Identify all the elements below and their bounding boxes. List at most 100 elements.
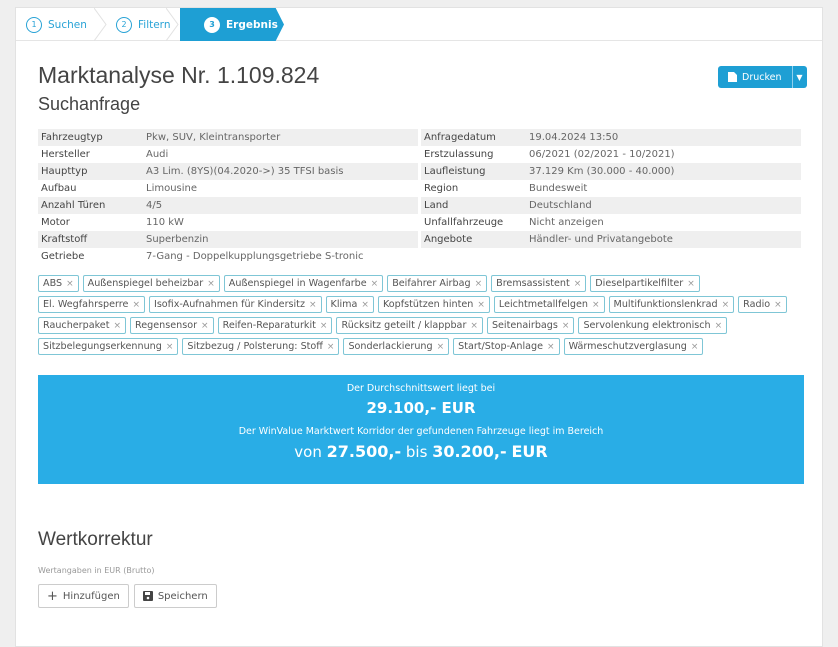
- param-row: Fahrzeugtyp Pkw, SUV, Kleintransporter: [38, 129, 418, 146]
- tag-label: Beifahrer Airbag: [392, 278, 471, 289]
- param-row: Anzahl Türen 4/5: [38, 197, 418, 214]
- tag-label: Dieselpartikelfilter: [595, 278, 684, 289]
- tag-label: Sitzbezug / Polsterung: Stoff: [187, 341, 323, 352]
- tag-label: Sitzbelegungserkennung: [43, 341, 162, 352]
- step-ergebnis[interactable]: 3 Ergebnis: [180, 8, 284, 41]
- param-value: 19.04.2024 13:50: [529, 132, 619, 143]
- param-value: Superbenzin: [146, 234, 209, 245]
- step-number: 3: [204, 16, 220, 33]
- tag-label: Raucherpaket: [43, 320, 110, 331]
- param-row: Land Deutschland: [421, 197, 801, 214]
- equipment-tag: Bremsassistent ×: [491, 275, 587, 292]
- step-label: Suchen: [48, 18, 87, 31]
- step-filtern[interactable]: 2 Filtern: [116, 8, 170, 41]
- remove-tag-icon[interactable]: ×: [687, 279, 695, 289]
- param-value: 06/2021 (02/2021 - 10/2021): [529, 149, 675, 160]
- tag-label: Servolenkung elektronisch: [583, 320, 711, 331]
- param-label: Land: [424, 200, 449, 211]
- add-label: Hinzufügen: [62, 590, 120, 602]
- chevron-separator-icon: [94, 8, 107, 41]
- equipment-tag: Klima ×: [325, 296, 374, 313]
- equipment-tag: Außenspiegel beheizbar ×: [82, 275, 220, 292]
- param-row: Haupttyp A3 Lim. (8YS)(04.2020->) 35 TFSI…: [38, 163, 418, 180]
- remove-tag-icon[interactable]: ×: [201, 321, 209, 331]
- param-row: Motor 110 kW: [38, 214, 418, 231]
- step-number: 2: [116, 16, 132, 33]
- remove-tag-icon[interactable]: ×: [722, 300, 730, 310]
- remove-tag-icon[interactable]: ×: [309, 300, 317, 310]
- remove-tag-icon[interactable]: ×: [327, 342, 335, 352]
- equipment-tag: Kopfstützen hinten ×: [377, 296, 490, 313]
- equipment-tag: Reifen-Reparaturkit ×: [217, 317, 333, 334]
- param-value: Nicht anzeigen: [529, 217, 604, 228]
- param-row: Erstzulassung 06/2021 (02/2021 - 10/2021): [421, 146, 801, 163]
- average-value: 29.100,- EUR: [366, 399, 476, 417]
- tag-label: Reifen-Reparaturkit: [222, 320, 316, 331]
- print-dropdown-toggle[interactable]: ▼: [791, 66, 807, 88]
- to-word: bis: [405, 443, 428, 461]
- tag-label: Radio: [743, 299, 771, 310]
- param-label: Motor: [41, 217, 70, 228]
- wizard-steps: 1 Suchen 2 Filtern 3 Ergebnis: [16, 8, 822, 41]
- add-button[interactable]: + Hinzufügen: [38, 584, 129, 608]
- plus-icon: +: [47, 588, 58, 604]
- remove-tag-icon[interactable]: ×: [113, 321, 121, 331]
- remove-tag-icon[interactable]: ×: [437, 342, 445, 352]
- corridor-range: von 27.500,- bis 30.200,- EUR: [38, 442, 804, 461]
- param-value: Audi: [146, 149, 169, 160]
- param-label: Anfragedatum: [424, 132, 496, 143]
- main-card: 1 Suchen 2 Filtern 3 Ergebnis Marktanalyse …: [15, 7, 823, 647]
- page-title: Marktanalyse Nr. 1.109.824: [38, 62, 320, 88]
- remove-tag-icon[interactable]: ×: [66, 279, 74, 289]
- tag-label: Isofix-Aufnahmen für Kindersitz: [153, 299, 305, 310]
- remove-tag-icon[interactable]: ×: [562, 321, 570, 331]
- search-params-left: Fahrzeugtyp Pkw, SUV, Kleintransporter Her…: [38, 129, 418, 265]
- tag-label: Regensensor: [135, 320, 198, 331]
- param-label: Laufleistung: [424, 166, 486, 177]
- equipment-tag: Regensensor ×: [130, 317, 214, 334]
- remove-tag-icon[interactable]: ×: [371, 279, 379, 289]
- print-button[interactable]: Drucken: [718, 66, 792, 88]
- equipment-tag: Leichtmetallfelgen ×: [493, 296, 605, 313]
- param-value: Händler- und Privatangebote: [529, 234, 673, 245]
- remove-tag-icon[interactable]: ×: [132, 300, 140, 310]
- equipment-tag: Beifahrer Airbag ×: [387, 275, 488, 292]
- param-label: Aufbau: [41, 183, 77, 194]
- page-subtitle: Suchanfrage: [38, 94, 141, 114]
- from-word: von: [294, 443, 322, 461]
- chevron-separator-icon: [166, 8, 179, 41]
- param-row: Hersteller Audi: [38, 146, 418, 163]
- step-suchen[interactable]: 1 Suchen: [26, 8, 87, 41]
- step-label: Ergebnis: [226, 18, 278, 31]
- tag-label: Wärmeschutzverglasung: [568, 341, 687, 352]
- remove-tag-icon[interactable]: ×: [592, 300, 600, 310]
- equipment-tag: Radio ×: [738, 296, 787, 313]
- param-label: Kraftstoff: [41, 234, 88, 245]
- print-label: Drucken: [742, 71, 782, 83]
- param-value: Pkw, SUV, Kleintransporter: [146, 132, 281, 143]
- remove-tag-icon[interactable]: ×: [207, 279, 215, 289]
- remove-tag-icon[interactable]: ×: [361, 300, 369, 310]
- param-row: Getriebe 7-Gang - Doppelkupplungsgetriebe…: [38, 248, 418, 265]
- tag-label: Leichtmetallfelgen: [498, 299, 588, 310]
- result-panel: Der Durchschnittswert liegt bei 29.100,-…: [38, 375, 804, 484]
- remove-tag-icon[interactable]: ×: [166, 342, 174, 352]
- remove-tag-icon[interactable]: ×: [477, 300, 485, 310]
- save-button[interactable]: Speichern: [133, 584, 217, 608]
- search-params-right: Anfragedatum 19.04.2024 13:50 Erstzulassun…: [421, 129, 801, 248]
- tag-label: ABS: [43, 278, 63, 289]
- remove-tag-icon[interactable]: ×: [774, 300, 782, 310]
- param-label: Anzahl Türen: [41, 200, 106, 211]
- param-row: Region Bundesweit: [421, 180, 801, 197]
- remove-tag-icon[interactable]: ×: [715, 321, 723, 331]
- remove-tag-icon[interactable]: ×: [691, 342, 699, 352]
- remove-tag-icon[interactable]: ×: [547, 342, 555, 352]
- param-label: Hersteller: [41, 149, 90, 160]
- param-value: 7-Gang - Doppelkupplungsgetriebe S-troni…: [146, 251, 364, 262]
- remove-tag-icon[interactable]: ×: [320, 321, 328, 331]
- remove-tag-icon[interactable]: ×: [475, 279, 483, 289]
- corridor-label: Der WinValue Marktwert Korridor der gefu…: [238, 426, 604, 437]
- remove-tag-icon[interactable]: ×: [470, 321, 478, 331]
- remove-tag-icon[interactable]: ×: [574, 279, 582, 289]
- caret-down-icon: ▼: [796, 72, 803, 82]
